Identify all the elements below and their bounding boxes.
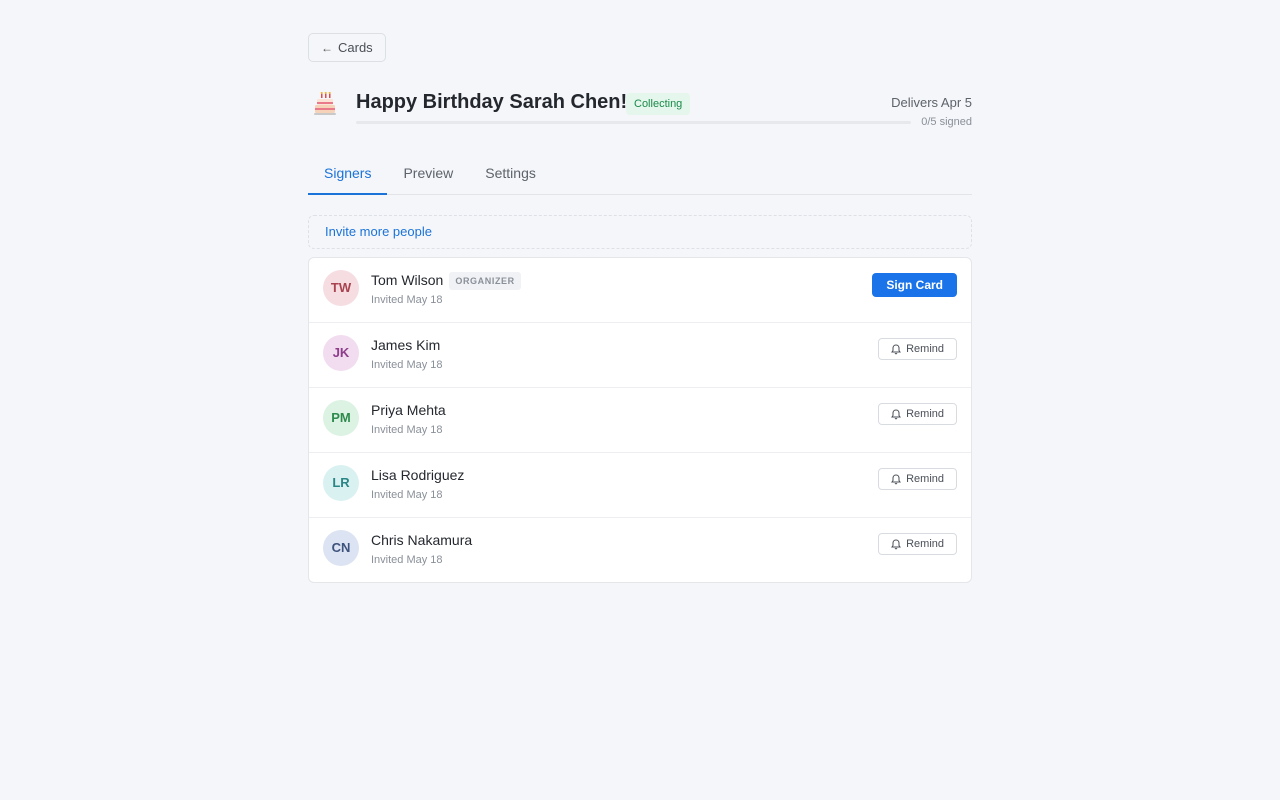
remind-button[interactable]: Remind	[878, 533, 957, 555]
tab-signers[interactable]: Signers	[308, 153, 388, 195]
invite-more-people-link[interactable]: Invite more people	[308, 215, 972, 249]
back-button-label: Cards	[338, 40, 373, 55]
tab-preview[interactable]: Preview	[387, 153, 469, 195]
signer-name-block: Tom Wilson ORGANIZER	[371, 272, 521, 290]
bell-icon	[891, 408, 902, 419]
signers-list: TW Tom Wilson ORGANIZER Invited May 18 Si…	[308, 257, 972, 583]
bell-icon	[891, 343, 902, 354]
avatar: PM	[323, 400, 359, 436]
signer-name: James Kim	[371, 337, 441, 353]
avatar: CN	[323, 530, 359, 566]
delivery-date: Delivers Apr 5	[891, 95, 972, 110]
signer-name: Lisa Rodriguez	[371, 467, 465, 483]
remind-button[interactable]: Remind	[878, 338, 957, 360]
signer-row: LR Lisa Rodriguez Invited May 18 Remind	[309, 453, 971, 518]
signer-row: TW Tom Wilson ORGANIZER Invited May 18 Si…	[309, 258, 971, 323]
signed-count: 0/5 signed	[921, 116, 972, 128]
remind-label: Remind	[906, 538, 944, 550]
page-container: ← Cards Happy Birthday Sarah Chen! Colle…	[308, 33, 972, 583]
signer-name: Chris Nakamura	[371, 532, 473, 548]
back-to-cards-button[interactable]: ← Cards	[308, 33, 386, 62]
card-header: Happy Birthday Sarah Chen! Collecting De…	[308, 81, 972, 141]
avatar: JK	[323, 335, 359, 371]
signer-row: JK James Kim Invited May 18 Remind	[309, 323, 971, 388]
tab-settings[interactable]: Settings	[469, 153, 552, 195]
signer-row: CN Chris Nakamura Invited May 18 Remind	[309, 518, 971, 582]
bell-icon	[891, 473, 902, 484]
card-title: Happy Birthday Sarah Chen!	[356, 91, 628, 113]
invited-date: Invited May 18	[371, 424, 443, 436]
remind-label: Remind	[906, 343, 944, 355]
invited-date: Invited May 18	[371, 294, 443, 306]
birthday-cake-icon	[314, 92, 336, 115]
signing-progress-bar	[356, 121, 911, 124]
invited-date: Invited May 18	[371, 359, 443, 371]
remind-label: Remind	[906, 473, 944, 485]
avatar: LR	[323, 465, 359, 501]
remind-button[interactable]: Remind	[878, 403, 957, 425]
signer-row: PM Priya Mehta Invited May 18 Remind	[309, 388, 971, 453]
remind-label: Remind	[906, 408, 944, 420]
bell-icon	[891, 538, 902, 549]
invited-date: Invited May 18	[371, 489, 443, 501]
sign-card-button[interactable]: Sign Card	[872, 273, 957, 297]
avatar: TW	[323, 270, 359, 306]
arrow-left-icon: ←	[321, 40, 333, 55]
remind-button[interactable]: Remind	[878, 468, 957, 490]
signer-name: Tom Wilson	[371, 272, 444, 288]
tab-bar: Signers Preview Settings	[308, 153, 972, 195]
signer-name: Priya Mehta	[371, 402, 446, 418]
status-badge: Collecting	[626, 93, 691, 115]
invited-date: Invited May 18	[371, 554, 443, 566]
organizer-tag: ORGANIZER	[449, 272, 521, 290]
